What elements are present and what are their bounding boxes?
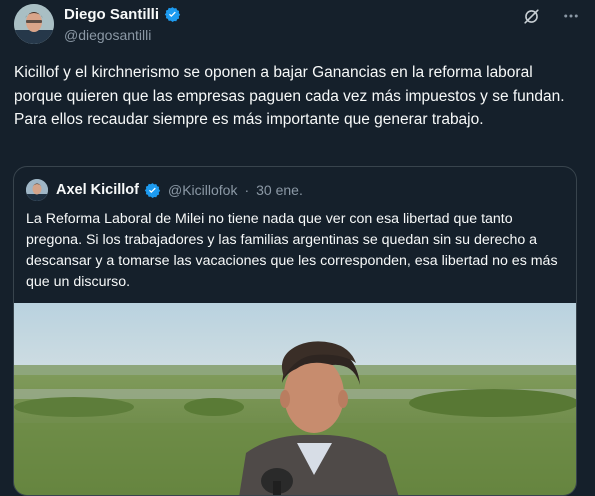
quoted-author-handle: @Kicillofok [168,182,238,198]
author-avatar[interactable] [14,4,54,44]
grok-icon[interactable] [521,6,541,26]
quoted-author-name: Axel Kicillof [56,182,139,198]
tweet: Diego Santilli @diegosantilli Kicillof y… [0,0,595,496]
tweet-text: Kicillof y el kirchnerismo se oponen a b… [14,64,565,128]
tweet-top-actions [521,6,581,26]
author-name[interactable]: Diego Santilli [64,6,159,23]
author-handle[interactable]: @diegosantilli [64,27,151,43]
quoted-text: La Reforma Laboral de Milei no tiene nad… [26,211,558,290]
quoted-avatar[interactable] [26,179,48,201]
meta-separator: · [244,182,250,198]
more-icon[interactable] [561,6,581,26]
quoted-tweet[interactable]: Axel Kicillof @Kicillofok · 30 ene. La R… [13,166,577,496]
verified-badge-icon [144,182,161,199]
quoted-date: 30 ene. [256,182,303,198]
quoted-media-photo[interactable] [14,303,576,495]
quoted-header: Axel Kicillof @Kicillofok · 30 ene. [26,179,303,201]
author-name-row: Diego Santilli [64,6,181,23]
verified-badge-icon [164,6,181,23]
